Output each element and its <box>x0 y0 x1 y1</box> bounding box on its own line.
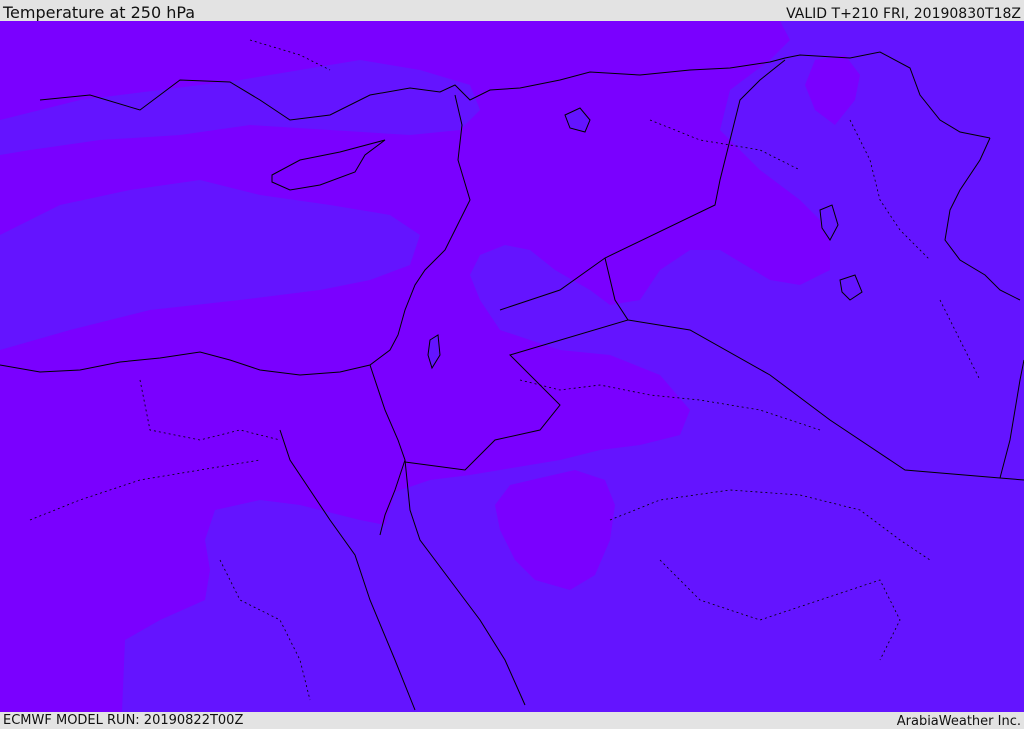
map-frame: Temperature at 250 hPa VALID T+210 FRI, … <box>0 0 1024 729</box>
model-run-label: ECMWF MODEL RUN: 20190822T00Z <box>3 713 244 728</box>
map-canvas <box>0 21 1024 712</box>
temperature-map <box>0 21 1024 712</box>
valid-time-label: VALID T+210 FRI, 20190830T18Z <box>786 6 1021 22</box>
credit-label: ArabiaWeather Inc. <box>896 714 1021 729</box>
footer-bar: ECMWF MODEL RUN: 20190822T00Z ArabiaWeat… <box>0 712 1024 729</box>
map-title: Temperature at 250 hPa <box>3 3 196 22</box>
header-bar: Temperature at 250 hPa VALID T+210 FRI, … <box>0 0 1024 22</box>
